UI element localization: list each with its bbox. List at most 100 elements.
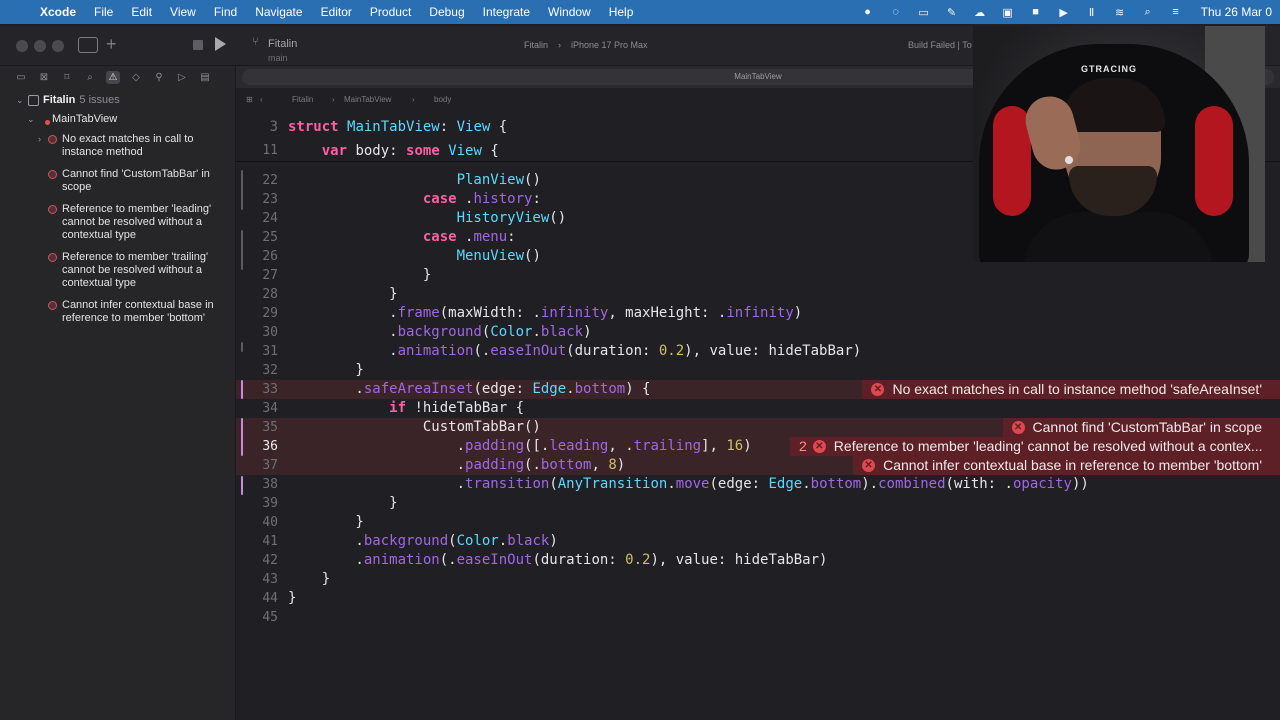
stop-button[interactable] xyxy=(193,40,203,50)
issue-item[interactable]: › No exact matches in call to instance m… xyxy=(0,133,230,159)
zoom-window-button[interactable] xyxy=(52,40,64,52)
report-icon[interactable]: ▤ xyxy=(198,71,212,84)
code-text: .background(Color.black) xyxy=(288,324,592,340)
code-line[interactable]: 28 } xyxy=(236,285,1280,304)
issue-item[interactable]: Reference to member 'trailing' cannot be… xyxy=(0,251,230,290)
code-line[interactable]: 32 } xyxy=(236,361,1280,380)
change-indicator[interactable] xyxy=(241,170,243,210)
play-icon[interactable]: ▶ xyxy=(1057,6,1071,19)
debug-icon[interactable]: ⚲ xyxy=(152,71,166,84)
add-icon[interactable]: + xyxy=(106,34,117,55)
code-line[interactable]: 45 xyxy=(236,608,1280,627)
scheme-selector[interactable]: Fitalin › iPhone 17 Pro Max xyxy=(524,40,648,50)
chevron-down-icon[interactable]: ⌄ xyxy=(27,113,37,126)
line-number: 32 xyxy=(262,363,278,378)
code-line[interactable]: 29 .frame(maxWidth: .infinity, maxHeight… xyxy=(236,304,1280,323)
code-text: .animation(.easeInOut(duration: 0.2), va… xyxy=(288,343,862,359)
grid-icon[interactable]: ⊞ xyxy=(246,95,253,104)
menu-debug[interactable]: Debug xyxy=(429,5,464,19)
menu-find[interactable]: Find xyxy=(214,5,237,19)
change-indicator[interactable] xyxy=(241,380,243,399)
run-destination[interactable]: iPhone 17 Pro Max xyxy=(571,40,648,50)
scheme-name[interactable]: Fitalin xyxy=(524,40,548,50)
tree-row-project[interactable]: ⌄ Fitalin 5 issues xyxy=(0,94,236,107)
control-center-icon[interactable]: ≡ xyxy=(1169,6,1183,18)
camera-icon[interactable]: ■ xyxy=(1029,6,1043,18)
inline-error[interactable]: ✕ No exact matches in call to instance m… xyxy=(862,380,1280,399)
chevron-down-icon[interactable]: ⌄ xyxy=(16,94,26,107)
display-icon[interactable]: ▭ xyxy=(917,6,931,19)
sidebar-toggle-icon[interactable] xyxy=(78,37,98,53)
record-icon[interactable]: ● xyxy=(861,6,875,18)
menubar-clock[interactable]: Thu 26 Mar 0 xyxy=(1201,5,1272,19)
error-icon xyxy=(48,205,57,214)
jumpbar-symbol[interactable]: body xyxy=(434,95,451,104)
run-button[interactable] xyxy=(215,37,226,51)
source-control-icon[interactable]: ⊠ xyxy=(37,71,51,84)
file-name: MainTabView xyxy=(52,113,118,125)
pause-icon[interactable]: Ⅱ xyxy=(1085,6,1099,19)
jumpbar-file[interactable]: MainTabView xyxy=(344,95,391,104)
back-icon[interactable]: ‹ xyxy=(260,95,263,104)
warning-icon[interactable]: ⚠ xyxy=(106,70,120,84)
pen-icon[interactable]: ✎ xyxy=(945,6,959,19)
code-line[interactable]: 43 } xyxy=(236,570,1280,589)
find-icon[interactable]: ⌕ xyxy=(83,71,97,84)
change-indicator[interactable] xyxy=(241,230,243,270)
code-line[interactable]: 31 .animation(.easeInOut(duration: 0.2),… xyxy=(236,342,1280,361)
chevron-right-icon[interactable]: › xyxy=(38,133,48,146)
error-icon: ✕ xyxy=(1011,421,1025,434)
issue-item[interactable]: Cannot find 'CustomTabBar' in scope xyxy=(0,168,230,194)
code-line[interactable]: 41 .background(Color.black) xyxy=(236,532,1280,551)
search-icon[interactable]: ⌕ xyxy=(1141,6,1155,18)
cloud-icon[interactable]: ☁ xyxy=(973,6,987,19)
bookmark-icon[interactable]: ⌑ xyxy=(60,71,74,84)
code-line[interactable]: 40 } xyxy=(236,513,1280,532)
menu-editor[interactable]: Editor xyxy=(321,5,352,19)
change-indicator[interactable] xyxy=(241,476,243,495)
minimize-window-button[interactable] xyxy=(34,40,46,52)
change-indicator[interactable] xyxy=(241,418,243,456)
project-info[interactable]: ⑂ Fitalin main xyxy=(252,34,297,63)
line-number: 29 xyxy=(262,306,278,321)
test-icon[interactable]: ◇ xyxy=(129,71,143,84)
swift-file-icon xyxy=(39,114,50,125)
line-number: 37 xyxy=(262,458,278,473)
code-line[interactable]: 34 if !hideTabBar { xyxy=(236,399,1280,418)
menu-window[interactable]: Window xyxy=(548,5,591,19)
menu-product[interactable]: Product xyxy=(370,5,411,19)
build-status[interactable]: Build Failed | To xyxy=(908,40,972,50)
code-text: } xyxy=(288,495,398,511)
issue-text: Reference to member 'trailing' cannot be… xyxy=(62,251,209,289)
change-indicator[interactable] xyxy=(241,342,243,352)
wifi-icon[interactable]: ≋ xyxy=(1113,6,1127,19)
inline-error[interactable]: ✕ Cannot find 'CustomTabBar' in scope xyxy=(1002,418,1280,437)
menu-view[interactable]: View xyxy=(170,5,196,19)
jumpbar-separator: › xyxy=(412,95,415,104)
menu-integrate[interactable]: Integrate xyxy=(483,5,530,19)
tree-row-file[interactable]: ⌄ MainTabView xyxy=(0,113,236,126)
issue-item[interactable]: Reference to member 'leading' cannot be … xyxy=(0,203,230,242)
code-line[interactable]: 27 } xyxy=(236,266,1280,285)
screen-share-icon[interactable]: ◌ xyxy=(889,6,903,18)
menu-edit[interactable]: Edit xyxy=(131,5,152,19)
folder-icon[interactable]: ▭ xyxy=(14,71,28,84)
inline-error[interactable]: 2 ✕ Reference to member 'leading' cannot… xyxy=(790,437,1280,456)
code-line[interactable]: 30 .background(Color.black) xyxy=(236,323,1280,342)
code-line[interactable]: 44} xyxy=(236,589,1280,608)
note-icon[interactable]: ▣ xyxy=(1001,6,1015,19)
close-window-button[interactable] xyxy=(16,40,28,52)
inline-error[interactable]: ✕ Cannot infer contextual base in refere… xyxy=(853,456,1280,475)
code-line[interactable]: 38 .transition(AnyTransition.move(edge: … xyxy=(236,475,1280,494)
issue-item[interactable]: Cannot infer contextual base in referenc… xyxy=(0,299,230,325)
menu-navigate[interactable]: Navigate xyxy=(255,5,302,19)
breakpoint-icon[interactable]: ▷ xyxy=(175,71,189,84)
menu-app-name[interactable]: Xcode xyxy=(40,5,76,19)
menu-file[interactable]: File xyxy=(94,5,113,19)
chair-side-panel xyxy=(1195,106,1233,216)
code-line[interactable]: 42 .animation(.easeInOut(duration: 0.2),… xyxy=(236,551,1280,570)
code-line[interactable]: 39 } xyxy=(236,494,1280,513)
error-icon xyxy=(48,301,57,310)
menu-help[interactable]: Help xyxy=(609,5,634,19)
jumpbar-project[interactable]: Fitalin xyxy=(292,95,313,104)
